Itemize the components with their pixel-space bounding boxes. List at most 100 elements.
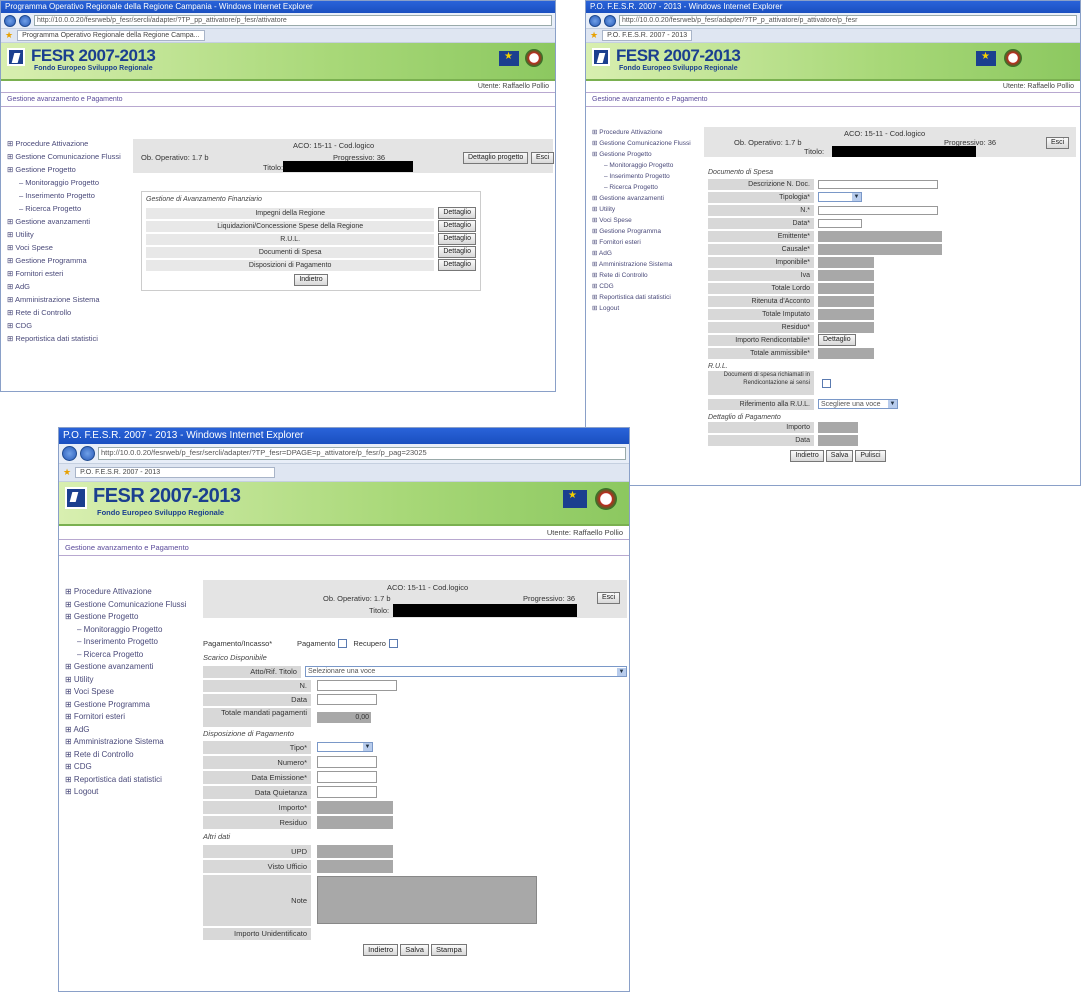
numero-input[interactable] <box>317 680 397 691</box>
sidebar-item[interactable]: – Ricerca Progetto <box>65 649 199 662</box>
atto-select[interactable]: Selezionare una voce ▼ <box>304 666 627 677</box>
favorites-star-icon[interactable]: ★ <box>590 30 598 41</box>
sidebar-item[interactable]: ⊞ Utility <box>592 204 698 215</box>
sidebar-item[interactable]: ⊞ Procedure Attivazione <box>7 137 133 150</box>
url-field[interactable]: http://10.0.0.20/fesrweb/p_fesr/sercli/a… <box>98 447 626 460</box>
dettaglio-button[interactable]: Dettaglio <box>438 220 476 232</box>
sidebar-item[interactable]: ⊞ Voci Spese <box>7 241 133 254</box>
sidebar-item[interactable]: ⊞ Reportistica dati statistici <box>65 774 199 787</box>
sidebar-item[interactable]: ⊞ AdG <box>65 724 199 737</box>
data-input[interactable] <box>317 694 377 705</box>
esci-button[interactable]: Esci <box>1046 137 1070 149</box>
dettaglio-progetto-button[interactable]: Dettaglio progetto <box>463 152 529 164</box>
pagamento-checkbox[interactable] <box>338 638 348 648</box>
sidebar-item[interactable]: ⊞ Fornitori esteri <box>65 711 199 724</box>
text-input[interactable] <box>317 786 377 798</box>
sidebar-item[interactable]: ⊞ Logout <box>592 303 698 314</box>
sidebar-item[interactable]: ⊞ Gestione Comunicazione Flussi <box>65 599 199 612</box>
sidebar-item[interactable]: ⊞ Gestione Progetto <box>7 163 133 176</box>
rul-checkbox[interactable] <box>822 378 831 388</box>
sidebar-item[interactable]: ⊞ Utility <box>7 228 133 241</box>
sidebar-item[interactable]: ⊞ Logout <box>65 786 199 799</box>
date-input[interactable] <box>818 218 862 228</box>
sidebar-item[interactable]: ⊞ Gestione Comunicazione Flussi <box>592 138 698 149</box>
browser-tab[interactable]: P.O. F.E.S.R. 2007 - 2013 <box>602 30 693 41</box>
url-field[interactable]: http://10.0.0.20/fesrweb/p_fesr/adapter/… <box>619 15 1077 26</box>
window-disposizione-pagamento: P.O. F.E.S.R. 2007 - 2013 - Windows Inte… <box>58 427 630 992</box>
forward-icon[interactable] <box>604 14 616 27</box>
dettaglio-button[interactable]: Dettaglio <box>438 259 476 271</box>
note-textarea[interactable] <box>317 876 537 924</box>
indietro-button[interactable]: Indietro <box>294 274 328 286</box>
form-button[interactable]: Stampa <box>430 944 467 956</box>
text-input[interactable] <box>317 771 377 783</box>
sidebar-item[interactable]: ⊞ Procedure Attivazione <box>65 586 199 599</box>
sidebar-item[interactable]: ⊞ Rete di Controllo <box>592 270 698 281</box>
text-input[interactable] <box>818 179 938 189</box>
text-input[interactable] <box>818 205 938 215</box>
forward-icon[interactable] <box>19 14 31 27</box>
sidebar-item[interactable]: ⊞ Voci Spese <box>592 215 698 226</box>
rul-select[interactable]: Scegliere una voce ▼ <box>818 399 898 409</box>
sidebar-item[interactable]: ⊞ Procedure Attivazione <box>592 127 698 138</box>
sidebar-item[interactable]: ⊞ Rete di Controllo <box>65 749 199 762</box>
sidebar-item[interactable]: – Monitoraggio Progetto <box>7 176 133 189</box>
sidebar-item[interactable]: ⊞ Gestione avanzamenti <box>592 193 698 204</box>
form-button[interactable]: Salva <box>825 450 854 462</box>
sidebar-item[interactable]: ⊞ Gestione Progetto <box>592 149 698 160</box>
form-button[interactable]: Indietro <box>790 450 824 462</box>
sidebar-item[interactable]: – Inserimento Progetto <box>65 636 199 649</box>
sidebar-item[interactable]: ⊞ Amministrazione Sistema <box>592 259 698 270</box>
forward-icon[interactable] <box>80 446 95 461</box>
sidebar-item[interactable]: – Monitoraggio Progetto <box>65 624 199 637</box>
dettaglio-button[interactable]: Dettaglio <box>438 246 476 258</box>
back-icon[interactable] <box>589 14 601 27</box>
esci-button[interactable]: Esci <box>597 592 621 604</box>
form-button[interactable]: Indietro <box>363 944 399 956</box>
favorites-star-icon[interactable]: ★ <box>5 30 13 41</box>
sidebar-item[interactable]: ⊞ Gestione Comunicazione Flussi <box>7 150 133 163</box>
sidebar-item[interactable]: ⊞ Amministrazione Sistema <box>7 293 133 306</box>
tipo-select[interactable]: ▼ <box>317 742 373 752</box>
dettaglio-button[interactable]: Dettaglio <box>818 334 856 346</box>
sidebar-item[interactable]: – Inserimento Progetto <box>592 171 698 182</box>
sidebar-item[interactable]: ⊞ CDG <box>65 761 199 774</box>
sidebar-item[interactable]: ⊞ Fornitori esteri <box>7 267 133 280</box>
sidebar-item[interactable]: ⊞ Gestione Programma <box>65 699 199 712</box>
sidebar-item[interactable]: – Monitoraggio Progetto <box>592 160 698 171</box>
sidebar-item[interactable]: ⊞ CDG <box>592 281 698 292</box>
sidebar-item[interactable]: ⊞ Voci Spese <box>65 686 199 699</box>
text-input[interactable] <box>317 756 377 768</box>
sidebar-item[interactable]: ⊞ Rete di Controllo <box>7 306 133 319</box>
sidebar-item[interactable]: ⊞ Gestione Progetto <box>65 611 199 624</box>
sidebar-item[interactable]: ⊞ Reportistica dati statistici <box>7 332 133 345</box>
sidebar-item[interactable]: ⊞ Gestione avanzamenti <box>65 661 199 674</box>
back-icon[interactable] <box>62 446 77 461</box>
tipologia-select[interactable]: ▼ <box>818 192 862 202</box>
sidebar-item[interactable]: ⊞ CDG <box>7 319 133 332</box>
sidebar-item[interactable]: ⊞ Utility <box>65 674 199 687</box>
readonly-field <box>818 256 874 268</box>
dettaglio-button[interactable]: Dettaglio <box>438 233 476 245</box>
favorites-star-icon[interactable]: ★ <box>63 467 71 478</box>
browser-tab[interactable]: Programma Operativo Regionale della Regi… <box>17 30 205 41</box>
sidebar-item[interactable]: ⊞ Gestione Programma <box>592 226 698 237</box>
back-icon[interactable] <box>4 14 16 27</box>
sidebar-item[interactable]: ⊞ Reportistica dati statistici <box>592 292 698 303</box>
sidebar-item[interactable]: ⊞ Gestione avanzamenti <box>7 215 133 228</box>
esci-button[interactable]: Esci <box>531 152 555 164</box>
sidebar-item[interactable]: ⊞ Gestione Programma <box>7 254 133 267</box>
sidebar-item[interactable]: – Ricerca Progetto <box>7 202 133 215</box>
sidebar-item[interactable]: – Ricerca Progetto <box>592 182 698 193</box>
recupero-checkbox[interactable] <box>388 638 398 648</box>
dettaglio-button[interactable]: Dettaglio <box>438 207 476 219</box>
form-button[interactable]: Pulisci <box>855 450 886 462</box>
browser-tab[interactable]: P.O. F.E.S.R. 2007 - 2013 <box>75 467 276 478</box>
sidebar-item[interactable]: – Inserimento Progetto <box>7 189 133 202</box>
sidebar-item[interactable]: ⊞ AdG <box>7 280 133 293</box>
sidebar-item[interactable]: ⊞ AdG <box>592 248 698 259</box>
url-field[interactable]: http://10.0.0.20/fesrweb/p_fesr/sercli/a… <box>34 15 552 26</box>
sidebar-item[interactable]: ⊞ Amministrazione Sistema <box>65 736 199 749</box>
form-button[interactable]: Salva <box>400 944 429 956</box>
sidebar-item[interactable]: ⊞ Fornitori esteri <box>592 237 698 248</box>
